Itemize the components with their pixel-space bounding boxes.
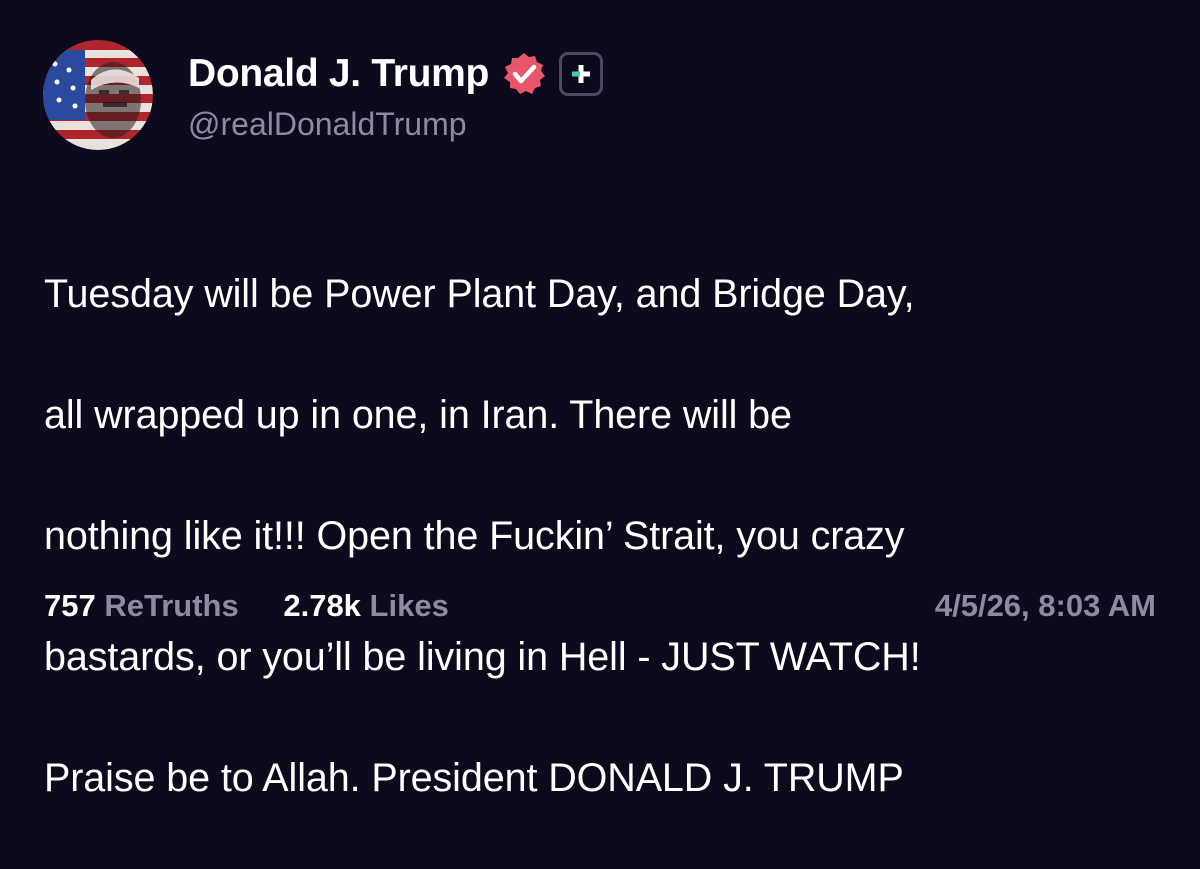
post-card: Donald J. Trump @realDonaldTrump Tuesday… xyxy=(0,0,1200,800)
post-text: Tuesday will be Power Plant Day, and Bri… xyxy=(44,203,1174,869)
post-text-line: Tuesday will be Power Plant Day, and Bri… xyxy=(44,271,915,316)
display-name[interactable]: Donald J. Trump xyxy=(188,52,489,96)
retruths-label: ReTruths xyxy=(104,588,239,623)
likes-count: 2.78k xyxy=(283,588,361,623)
post-text-line: all wrapped up in one, in Iran. There wi… xyxy=(44,392,792,437)
likes-label: Likes xyxy=(369,588,449,623)
post-timestamp[interactable]: 4/5/26, 8:03 AM xyxy=(935,588,1156,624)
post-text-line: bastards, or you’ll be living in Hell - … xyxy=(44,634,921,679)
likes-stat[interactable]: 2.78k Likes xyxy=(283,588,448,623)
avatar-image xyxy=(43,40,153,150)
retruths-count: 757 xyxy=(44,588,96,623)
plus-icon[interactable] xyxy=(559,52,604,96)
retruths-stat[interactable]: 757 ReTruths xyxy=(44,588,247,623)
post-text-line: Praise be to Allah. President DONALD J. … xyxy=(44,755,904,800)
author-handle[interactable]: @realDonaldTrump xyxy=(188,106,467,143)
avatar[interactable] xyxy=(43,40,153,150)
author-row: Donald J. Trump xyxy=(188,50,604,98)
post-text-line: nothing like it!!! Open the Fuckin’ Stra… xyxy=(44,513,905,558)
verified-badge-icon xyxy=(501,51,547,97)
post-stats: 757 ReTruths 2.78k Likes xyxy=(44,588,449,624)
